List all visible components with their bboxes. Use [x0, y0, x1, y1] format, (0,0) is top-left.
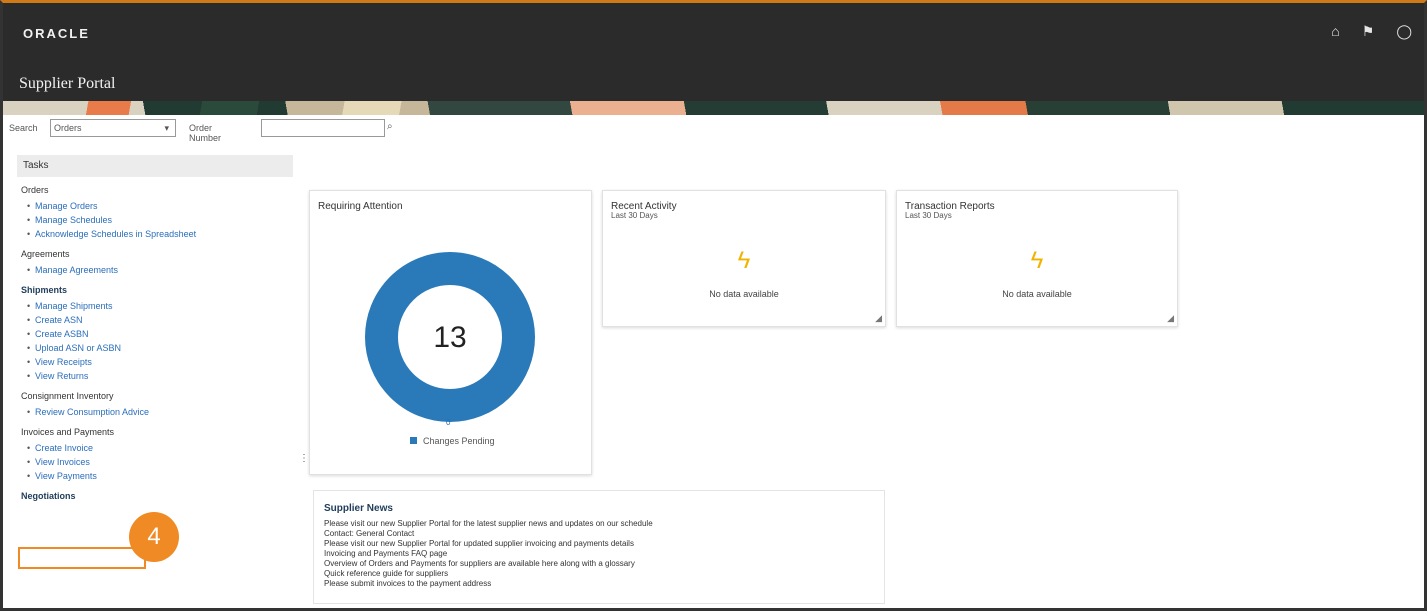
card-subtitle: Last 30 Days [905, 211, 952, 220]
task-link[interactable]: Manage Orders [27, 199, 297, 213]
task-link[interactable]: View Receipts [27, 355, 297, 369]
highlight-box [18, 547, 146, 569]
news-title: Supplier News [324, 503, 393, 514]
donut-chart[interactable]: 13 [360, 247, 540, 427]
group-title-consignment: Consignment Inventory [21, 391, 114, 401]
news-line[interactable]: Contact: General Contact [324, 529, 864, 539]
user-icon[interactable]: ◯ [1396, 23, 1412, 40]
card-title: Requiring Attention [318, 201, 403, 212]
no-data-message: No data available [1002, 289, 1072, 299]
news-line[interactable]: Invoicing and Payments FAQ page [324, 549, 864, 559]
task-link[interactable]: Manage Agreements [27, 263, 297, 277]
group-title-orders: Orders [21, 185, 49, 195]
chart-legend: Changes Pending [410, 436, 495, 446]
order-number-label: Order Number [189, 123, 222, 143]
task-link[interactable]: Create ASN [27, 313, 297, 327]
group-title-shipments: Shipments [21, 285, 68, 295]
decorative-banner [3, 101, 1424, 115]
splitter-handle-icon[interactable]: ⋮ [299, 453, 309, 464]
header-icons: ⌂ ⚑ ◯ [1331, 23, 1412, 40]
news-line[interactable]: Please visit our new Supplier Portal for… [324, 539, 864, 549]
order-number-input[interactable] [261, 119, 385, 137]
lightning-icon: ϟ [1030, 247, 1044, 274]
lightning-icon: ϟ [737, 247, 751, 274]
search-scope-select[interactable]: Orders ▾ [50, 119, 176, 137]
requiring-attention-card: Requiring Attention 13 0 Changes Pending [309, 190, 592, 475]
legend-swatch [410, 437, 417, 444]
news-line[interactable]: Overview of Orders and Payments for supp… [324, 559, 864, 569]
donut-center-value: 13 [433, 321, 466, 354]
zero-label: 0 [446, 418, 451, 427]
legend-label: Changes Pending [423, 436, 495, 446]
news-line[interactable]: Please submit invoices to the payment ad… [324, 579, 864, 589]
tasks-panel: Tasks Orders Manage Orders Manage Schedu… [17, 155, 297, 505]
task-link[interactable]: Create Invoice [27, 441, 297, 455]
group-title-invoices: Invoices and Payments [21, 427, 115, 437]
task-link[interactable]: Review Consumption Advice [27, 405, 297, 419]
no-data-message: No data available [709, 289, 779, 299]
oracle-logo[interactable]: ORACLE [23, 26, 90, 41]
task-link[interactable]: View Payments [27, 469, 297, 483]
task-link[interactable]: View Returns [27, 369, 297, 383]
group-title-negotiations: Negotiations [21, 491, 76, 501]
news-body: Please visit our new Supplier Portal for… [324, 519, 864, 589]
global-header: ORACLE ⌂ ⚑ ◯ [3, 3, 1424, 61]
group-title-agreements: Agreements [21, 249, 70, 259]
agreements-links: Manage Agreements [17, 263, 297, 277]
step-badge: 4 [129, 512, 179, 562]
news-line[interactable]: Quick reference guide for suppliers [324, 569, 864, 579]
task-link[interactable]: Manage Schedules [27, 213, 297, 227]
tasks-header[interactable]: Tasks [17, 155, 293, 177]
shipments-links: Manage Shipments Create ASN Create ASBN … [17, 299, 297, 383]
resize-icon[interactable]: ◢ [875, 313, 882, 324]
resize-icon[interactable]: ◢ [1167, 313, 1174, 324]
supplier-news-panel: Supplier News Please visit our new Suppl… [313, 490, 885, 604]
task-link[interactable]: Upload ASN or ASBN [27, 341, 297, 355]
orders-links: Manage Orders Manage Schedules Acknowled… [17, 199, 297, 241]
transaction-reports-card: Transaction Reports Last 30 Days ϟ No da… [896, 190, 1178, 327]
recent-activity-card: Recent Activity Last 30 Days ϟ No data a… [602, 190, 886, 327]
consignment-links: Review Consumption Advice [17, 405, 297, 419]
home-icon[interactable]: ⌂ [1331, 23, 1339, 40]
task-link[interactable]: Manage Shipments [27, 299, 297, 313]
news-line[interactable]: Please visit our new Supplier Portal for… [324, 519, 864, 529]
task-link[interactable]: Create ASBN [27, 327, 297, 341]
card-subtitle: Last 30 Days [611, 211, 658, 220]
app-frame: ORACLE ⌂ ⚑ ◯ Supplier Portal Search Orde… [0, 0, 1427, 611]
chevron-down-icon: ▾ [164, 123, 169, 133]
invoices-links: Create Invoice View Invoices View Paymen… [17, 441, 297, 483]
search-label: Search [9, 123, 38, 133]
search-scope-value: Orders [54, 123, 82, 133]
task-link[interactable]: Acknowledge Schedules in Spreadsheet [27, 227, 297, 241]
search-icon[interactable]: ⌕ [387, 121, 393, 132]
task-link-view-invoices[interactable]: View Invoices [27, 455, 297, 469]
flag-icon[interactable]: ⚑ [1362, 23, 1375, 40]
title-bar: Supplier Portal [3, 61, 1424, 103]
page-title: Supplier Portal [19, 75, 116, 92]
